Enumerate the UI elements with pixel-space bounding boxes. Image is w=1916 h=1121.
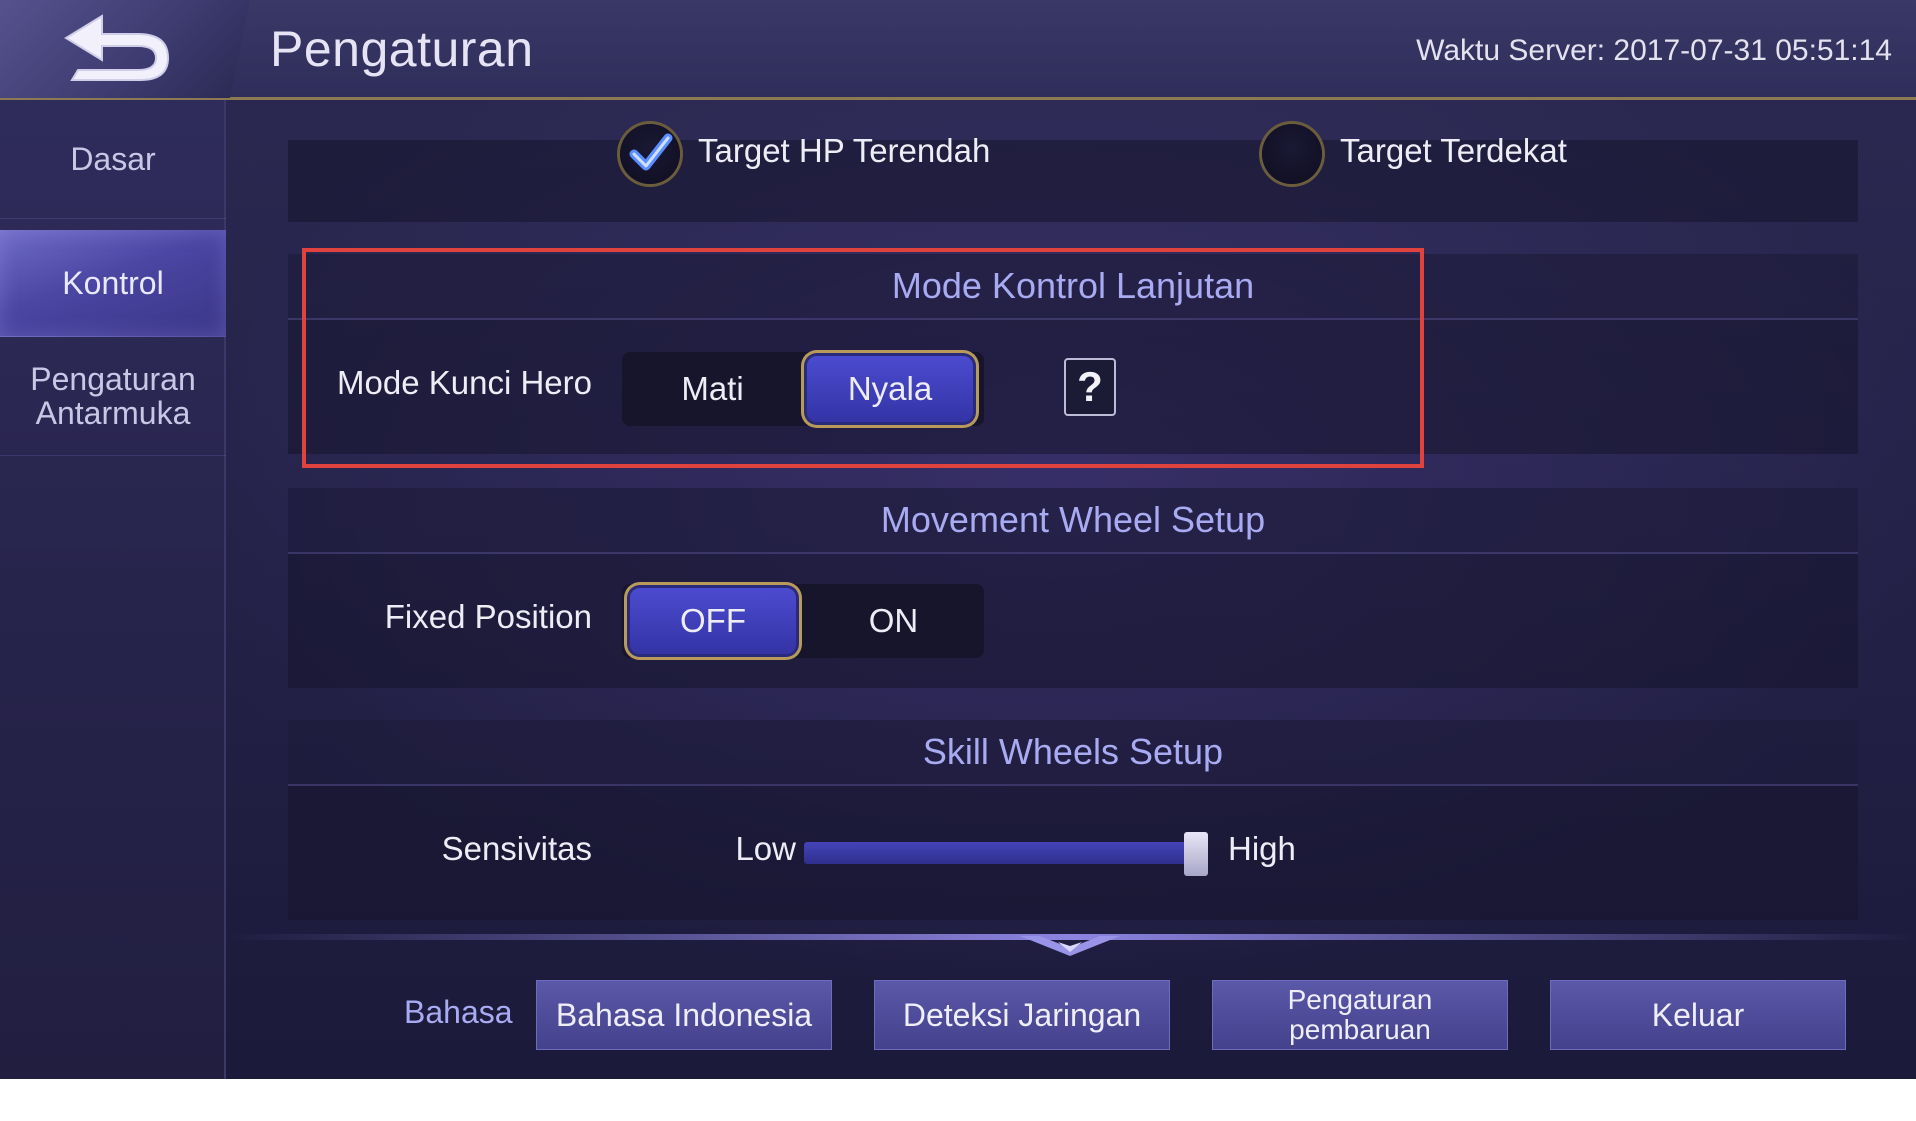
update-settings-button[interactable]: Pengaturan pembaruan [1212, 980, 1508, 1050]
back-button[interactable] [0, 0, 250, 98]
server-time: Waktu Server: 2017-07-31 05:51:14 [1416, 34, 1892, 67]
sensitivity-label: Sensivitas [441, 830, 592, 867]
slider-high-label: High [1228, 830, 1296, 867]
exit-button[interactable]: Keluar [1550, 980, 1846, 1050]
option-nearest-label: Target Terdekat [1340, 132, 1567, 169]
back-arrow-icon [64, 14, 170, 81]
skill-wheels-panel: Skill Wheels Setup Sensivitas Low High [288, 720, 1858, 920]
fixed-position-toggle: OFF ON [622, 584, 984, 658]
sidebar-item-label: Kontrol [62, 265, 164, 301]
movement-wheel-panel: Movement Wheel Setup Fixed Position OFF … [288, 488, 1858, 688]
targeting-panel: Target HP Terendah Target Terdekat [288, 124, 1858, 222]
radio-lowest-hp[interactable] [620, 124, 680, 184]
checkmark-icon [629, 133, 673, 171]
slider-fill [804, 842, 1196, 864]
section-title: Movement Wheel Setup [288, 488, 1858, 554]
highlight-box [302, 248, 1424, 468]
sensitivity-slider[interactable] [804, 832, 1208, 876]
sidebar-item-pengaturan-antarmuka[interactable]: Pengaturan Antarmuka [0, 336, 226, 456]
radio-nearest[interactable] [1262, 124, 1322, 184]
sidebar-item-kontrol[interactable]: Kontrol [0, 230, 226, 337]
slider-thumb[interactable] [1184, 832, 1208, 876]
game-settings-screen: Pengaturan Waktu Server: 2017-07-31 05:5… [0, 0, 1916, 1079]
page-title: Pengaturan [270, 21, 534, 77]
fixed-position-label: Fixed Position [384, 598, 592, 635]
sidebar-item-label: Dasar [70, 141, 156, 177]
slider-low-label: Low [735, 830, 796, 867]
language-label: Bahasa [404, 994, 513, 1030]
section-title: Skill Wheels Setup [288, 720, 1858, 786]
sidebar-item-dasar[interactable]: Dasar [0, 100, 226, 219]
sidebar-item-label: Pengaturan Antarmuka [30, 360, 196, 431]
sidebar: Dasar Kontrol Pengaturan Antarmuka [0, 100, 226, 1079]
network-detect-button[interactable]: Deteksi Jaringan [874, 980, 1170, 1050]
toggle-option-on[interactable]: ON [803, 584, 984, 658]
language-button[interactable]: Bahasa Indonesia [536, 980, 832, 1050]
ornament-icon [1020, 936, 1120, 956]
header-bar: Pengaturan Waktu Server: 2017-07-31 05:5… [0, 0, 1916, 100]
toggle-option-off[interactable]: OFF [630, 588, 796, 654]
option-lowest-hp-label: Target HP Terendah [698, 132, 991, 169]
